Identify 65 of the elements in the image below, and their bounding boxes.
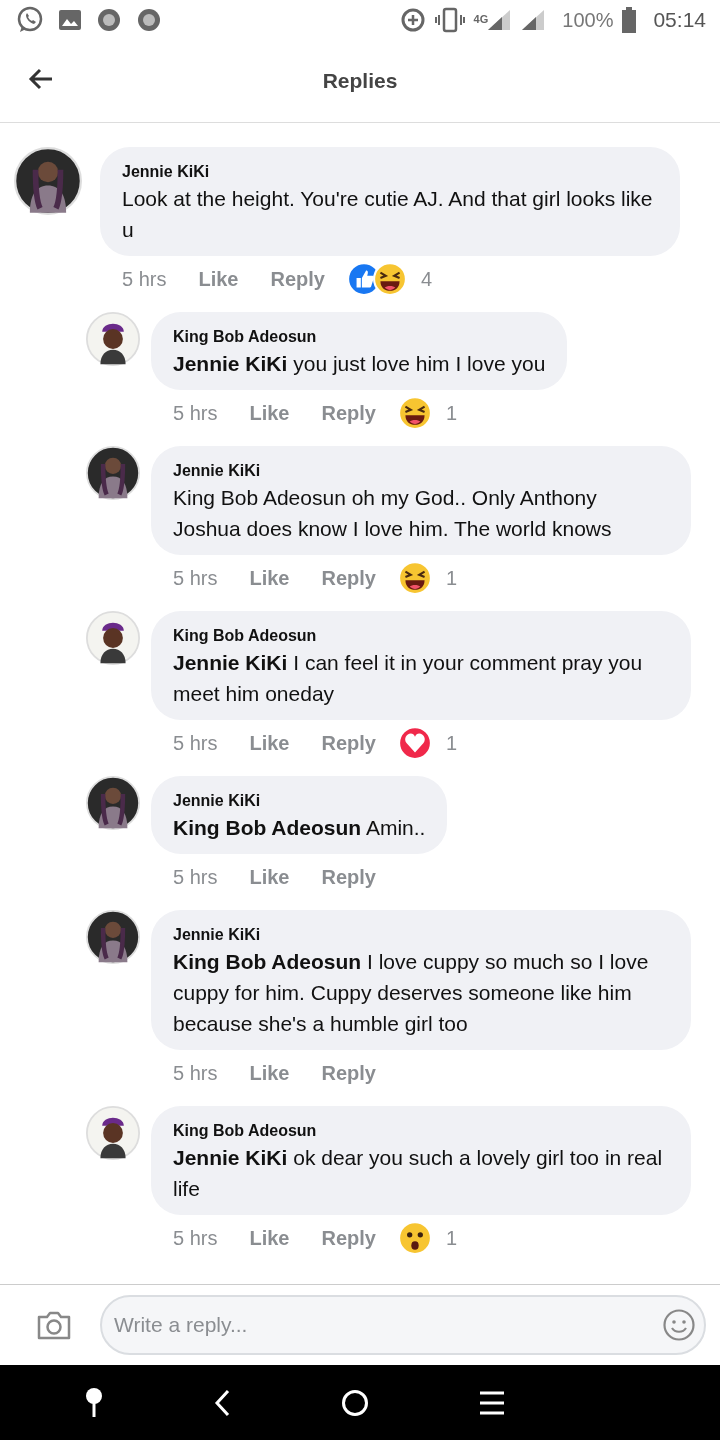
- author-name[interactable]: King Bob Adeosun: [173, 1120, 669, 1142]
- data-saver-icon: [399, 7, 426, 33]
- battery-percent: 100%: [562, 8, 614, 32]
- camera-icon[interactable]: [36, 1309, 72, 1341]
- timestamp: 5 hrs: [173, 731, 218, 755]
- like-button[interactable]: Like: [249, 401, 290, 425]
- comment-text: Jennie KiKi ok dear you such a lovely girl too in real life: [173, 1145, 664, 1202]
- author-name[interactable]: King Bob Adeosun: [173, 625, 669, 647]
- author-name[interactable]: Jennie KiKi: [122, 161, 658, 183]
- avatar[interactable]: [86, 776, 140, 830]
- reaction-count: 4: [420, 267, 433, 291]
- chat-app-icon: [16, 6, 44, 34]
- timestamp: 5 hrs: [122, 267, 167, 291]
- back-arrow-icon[interactable]: [28, 68, 54, 90]
- author-name[interactable]: King Bob Adeosun: [173, 326, 546, 348]
- timestamp: 5 hrs: [173, 401, 218, 425]
- like-button[interactable]: Like: [249, 865, 290, 889]
- avatar[interactable]: [14, 147, 82, 215]
- circle-icon: [96, 7, 122, 33]
- author-name[interactable]: Jennie KiKi: [173, 460, 669, 482]
- page-title: Replies: [322, 69, 398, 93]
- reaction-count: 1: [445, 731, 458, 755]
- avatar[interactable]: [86, 910, 140, 964]
- avatar[interactable]: [86, 1106, 140, 1160]
- avatar[interactable]: [86, 312, 140, 366]
- comment-text: King Bob Adeosun I love cuppy so much so I love cuppy for him. Cuppy deserves someone like him because she's a humble girl too: [173, 949, 650, 1037]
- reply-button[interactable]: Reply: [321, 731, 376, 755]
- comment-text: King Bob Adeosun Amin..: [173, 815, 426, 841]
- vibrate-icon: [433, 7, 466, 33]
- like-button[interactable]: Like: [249, 731, 290, 755]
- timestamp: 5 hrs: [173, 1226, 218, 1250]
- timestamp: 5 hrs: [173, 1061, 218, 1085]
- timestamp: 5 hrs: [173, 566, 218, 590]
- like-button[interactable]: Like: [249, 566, 290, 590]
- clock: 05:14: [653, 8, 706, 32]
- like-button[interactable]: Like: [249, 1226, 290, 1250]
- like-button[interactable]: Like: [249, 1061, 290, 1085]
- reply-button[interactable]: Reply: [321, 1061, 376, 1085]
- reply-button[interactable]: Reply: [321, 401, 376, 425]
- signal-icon: [520, 8, 547, 32]
- reply-button[interactable]: Reply: [270, 267, 325, 291]
- reaction-count: 1: [445, 1226, 458, 1250]
- image-icon: [58, 8, 82, 32]
- emoji-icon[interactable]: [662, 1308, 696, 1342]
- comment-text: Jennie KiKi I can feel it in your comment pray you meet him oneday: [173, 650, 644, 707]
- reply-button[interactable]: Reply: [321, 865, 376, 889]
- author-name[interactable]: Jennie KiKi: [173, 790, 426, 812]
- reply-button[interactable]: Reply: [321, 566, 376, 590]
- avatar[interactable]: [86, 446, 140, 500]
- author-name[interactable]: Jennie KiKi: [173, 924, 669, 946]
- home-icon[interactable]: [340, 1387, 371, 1418]
- timestamp: 5 hrs: [173, 865, 218, 889]
- network-type: 4G: [473, 13, 489, 25]
- battery-icon: [621, 7, 638, 33]
- circle-icon: [136, 7, 162, 33]
- signal-icon: [486, 8, 513, 32]
- comment-text: Jennie KiKi you just love him I love you: [173, 351, 546, 377]
- reaction-count: 1: [445, 566, 458, 590]
- reaction-count: 1: [445, 401, 458, 425]
- comment-text: Look at the height. You're cutie AJ. And that girl looks like u: [122, 186, 654, 243]
- reply-button[interactable]: Reply: [321, 1226, 376, 1250]
- like-button[interactable]: Like: [198, 267, 239, 291]
- avatar[interactable]: [86, 611, 140, 665]
- comment-text: King Bob Adeosun oh my God.. Only Anthony Joshua does know I love him. The world knows: [173, 485, 613, 542]
- reply-input[interactable]: Write a reply...: [100, 1295, 706, 1355]
